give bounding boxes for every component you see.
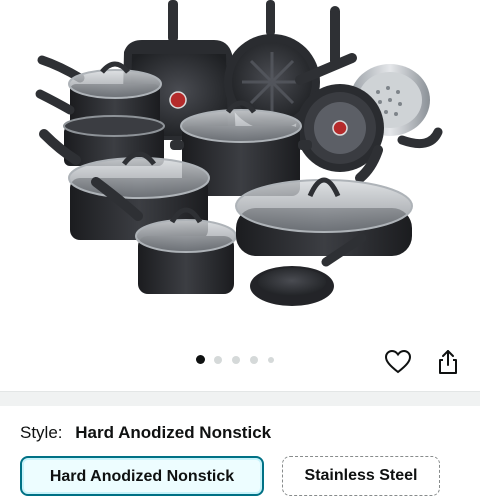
section-divider xyxy=(0,391,480,406)
style-selected-value: Hard Anodized Nonstick xyxy=(75,423,272,442)
product-image[interactable] xyxy=(0,0,480,345)
carousel-dot-1[interactable] xyxy=(196,355,205,364)
carousel-dot-5[interactable] xyxy=(268,357,274,363)
favorite-button[interactable] xyxy=(382,346,414,378)
style-option-stainless-steel[interactable]: Stainless Steel xyxy=(282,456,440,496)
style-option-label: Hard Anodized Nonstick xyxy=(49,468,235,485)
carousel-dot-4[interactable] xyxy=(250,356,258,364)
style-option-label: Stainless Steel xyxy=(304,467,418,484)
share-button[interactable] xyxy=(432,346,464,378)
carousel-dot-2[interactable] xyxy=(214,356,222,364)
cookware-set-icon xyxy=(35,0,443,306)
share-icon xyxy=(439,350,457,374)
style-option-hard-anodized[interactable]: Hard Anodized Nonstick xyxy=(20,456,264,496)
style-selector-header: Style: Hard Anodized Nonstick xyxy=(20,423,271,443)
style-label: Style: xyxy=(20,423,63,442)
heart-icon xyxy=(385,350,411,374)
carousel-dot-3[interactable] xyxy=(232,356,240,364)
